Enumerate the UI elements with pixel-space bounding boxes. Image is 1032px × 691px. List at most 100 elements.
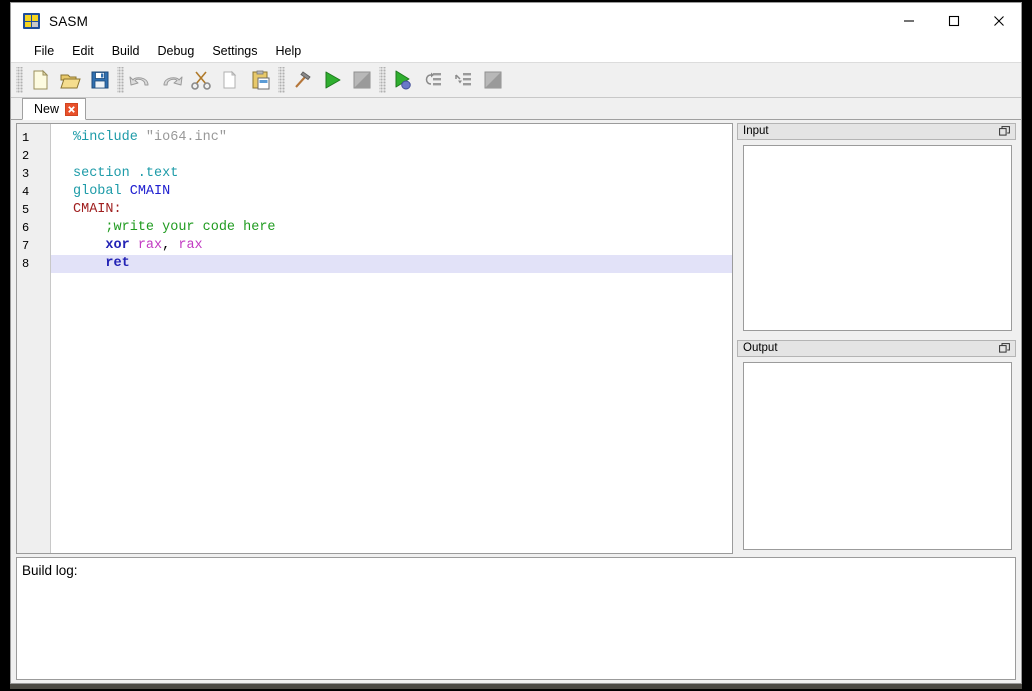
code-token-keyword: section .text xyxy=(73,166,179,181)
input-dock-title-bar: Input xyxy=(737,123,1016,140)
menu-item-edit[interactable]: Edit xyxy=(63,42,103,60)
close-button[interactable] xyxy=(976,3,1021,39)
undo-arrow-icon xyxy=(129,76,149,86)
tab-close-x-icon xyxy=(68,105,75,113)
build-log-area: Build log: xyxy=(11,554,1021,683)
code-token-instr: xor xyxy=(105,238,130,253)
editor-and-docks-row: 1 2 3 4 5 6 7 8 %include "io64.inc" sect… xyxy=(11,120,1021,554)
code-token-punct xyxy=(73,238,105,253)
redo-button[interactable] xyxy=(156,65,186,95)
code-token-punct xyxy=(73,256,105,271)
cut-button[interactable] xyxy=(186,65,216,95)
title-bar-left: SASM xyxy=(11,13,88,29)
code-line: CMAIN: xyxy=(51,201,732,219)
line-number: 2 xyxy=(22,149,30,163)
output-dock-body xyxy=(737,357,1016,554)
window-bottom-edge xyxy=(10,684,1022,689)
code-token-punct: , xyxy=(162,238,179,253)
output-dock-title: Output xyxy=(743,341,778,354)
window-controls xyxy=(886,3,1021,39)
debug-button[interactable] xyxy=(388,65,418,95)
code-token-directive: %include xyxy=(73,130,146,145)
close-icon xyxy=(993,16,1004,26)
code-line: section .text xyxy=(51,165,732,183)
run-button[interactable] xyxy=(317,65,347,95)
scissors-icon xyxy=(191,71,211,90)
open-folder-icon xyxy=(60,74,81,89)
build-button[interactable] xyxy=(287,65,317,95)
hammer-icon xyxy=(295,71,311,88)
right-dock-column: Input Output xyxy=(737,123,1016,554)
title-bar: SASM xyxy=(11,3,1021,39)
save-floppy-icon xyxy=(91,71,109,89)
green-play-triangle-icon xyxy=(325,71,341,89)
code-token-keyword: global xyxy=(73,184,130,199)
menu-item-build[interactable]: Build xyxy=(103,42,149,60)
new-file-button[interactable] xyxy=(25,65,55,95)
sasm-logo-icon xyxy=(23,13,40,29)
minimize-icon xyxy=(903,20,914,22)
menu-item-settings[interactable]: Settings xyxy=(203,42,266,60)
code-token-punct xyxy=(130,238,138,253)
main-body: 1 2 3 4 5 6 7 8 %include "io64.inc" sect… xyxy=(11,120,1021,683)
line-number-gutter: 1 2 3 4 5 6 7 8 xyxy=(17,124,51,553)
input-dock-body xyxy=(737,140,1016,335)
code-token-instr: ret xyxy=(105,256,130,271)
editor-tab-bar: New xyxy=(11,98,1021,120)
build-log-textarea[interactable]: Build log: xyxy=(16,557,1016,680)
tab-new[interactable]: New xyxy=(22,98,87,120)
step-into-button[interactable] xyxy=(448,65,478,95)
float-dock-icon xyxy=(999,126,1010,136)
line-number: 4 xyxy=(22,185,30,199)
open-file-button[interactable] xyxy=(55,65,85,95)
menu-item-help[interactable]: Help xyxy=(267,42,311,60)
copy-button[interactable] xyxy=(216,65,246,95)
input-textarea[interactable] xyxy=(743,145,1012,331)
toolbar-drag-handle-3[interactable] xyxy=(278,67,285,93)
stop-debug-button[interactable] xyxy=(478,65,508,95)
tab-close-button[interactable] xyxy=(65,102,79,116)
toolbar-drag-handle-4[interactable] xyxy=(379,67,386,93)
paste-clipboard-icon xyxy=(252,70,270,90)
maximize-icon xyxy=(948,15,959,27)
copy-pages-icon xyxy=(223,70,237,89)
line-number: 5 xyxy=(22,203,30,217)
menu-item-file[interactable]: File xyxy=(25,42,63,60)
float-dock-icon xyxy=(999,343,1010,353)
input-dock-float-button[interactable] xyxy=(998,125,1011,138)
code-line: ;write your code here xyxy=(51,219,732,237)
stop-square-icon xyxy=(353,71,371,89)
new-file-icon xyxy=(33,69,49,90)
tab-label: New xyxy=(34,102,60,116)
step-into-icon xyxy=(455,73,471,86)
code-text-area[interactable]: %include "io64.inc" section .text global … xyxy=(51,124,732,553)
undo-button[interactable] xyxy=(126,65,156,95)
line-number: 3 xyxy=(22,167,30,181)
code-line: global CMAIN xyxy=(51,183,732,201)
toolbar-drag-handle-2[interactable] xyxy=(117,67,124,93)
line-number: 1 xyxy=(22,131,30,145)
stop-square-icon xyxy=(484,71,502,89)
save-file-button[interactable] xyxy=(85,65,115,95)
menu-item-debug[interactable]: Debug xyxy=(149,42,204,60)
code-token-reg: rax xyxy=(137,238,163,253)
window-title: SASM xyxy=(49,13,89,29)
paste-button[interactable] xyxy=(246,65,276,95)
code-token-reg: rax xyxy=(178,238,203,253)
sasm-main-window: SASM File Edit Build Debug Settings Help… xyxy=(10,2,1022,684)
output-textarea[interactable] xyxy=(743,362,1012,550)
stop-button[interactable] xyxy=(347,65,377,95)
output-dock-float-button[interactable] xyxy=(998,342,1011,355)
redo-arrow-icon xyxy=(163,76,183,86)
maximize-button[interactable] xyxy=(931,3,976,39)
step-over-icon xyxy=(425,72,441,86)
toolbar-drag-handle[interactable] xyxy=(16,67,23,93)
step-over-button[interactable] xyxy=(418,65,448,95)
toolbar xyxy=(11,62,1021,98)
menu-bar: File Edit Build Debug Settings Help xyxy=(11,39,1021,62)
line-number: 8 xyxy=(22,257,30,271)
code-editor[interactable]: 1 2 3 4 5 6 7 8 %include "io64.inc" sect… xyxy=(16,123,733,554)
line-number: 6 xyxy=(22,221,30,235)
minimize-button[interactable] xyxy=(886,3,931,39)
